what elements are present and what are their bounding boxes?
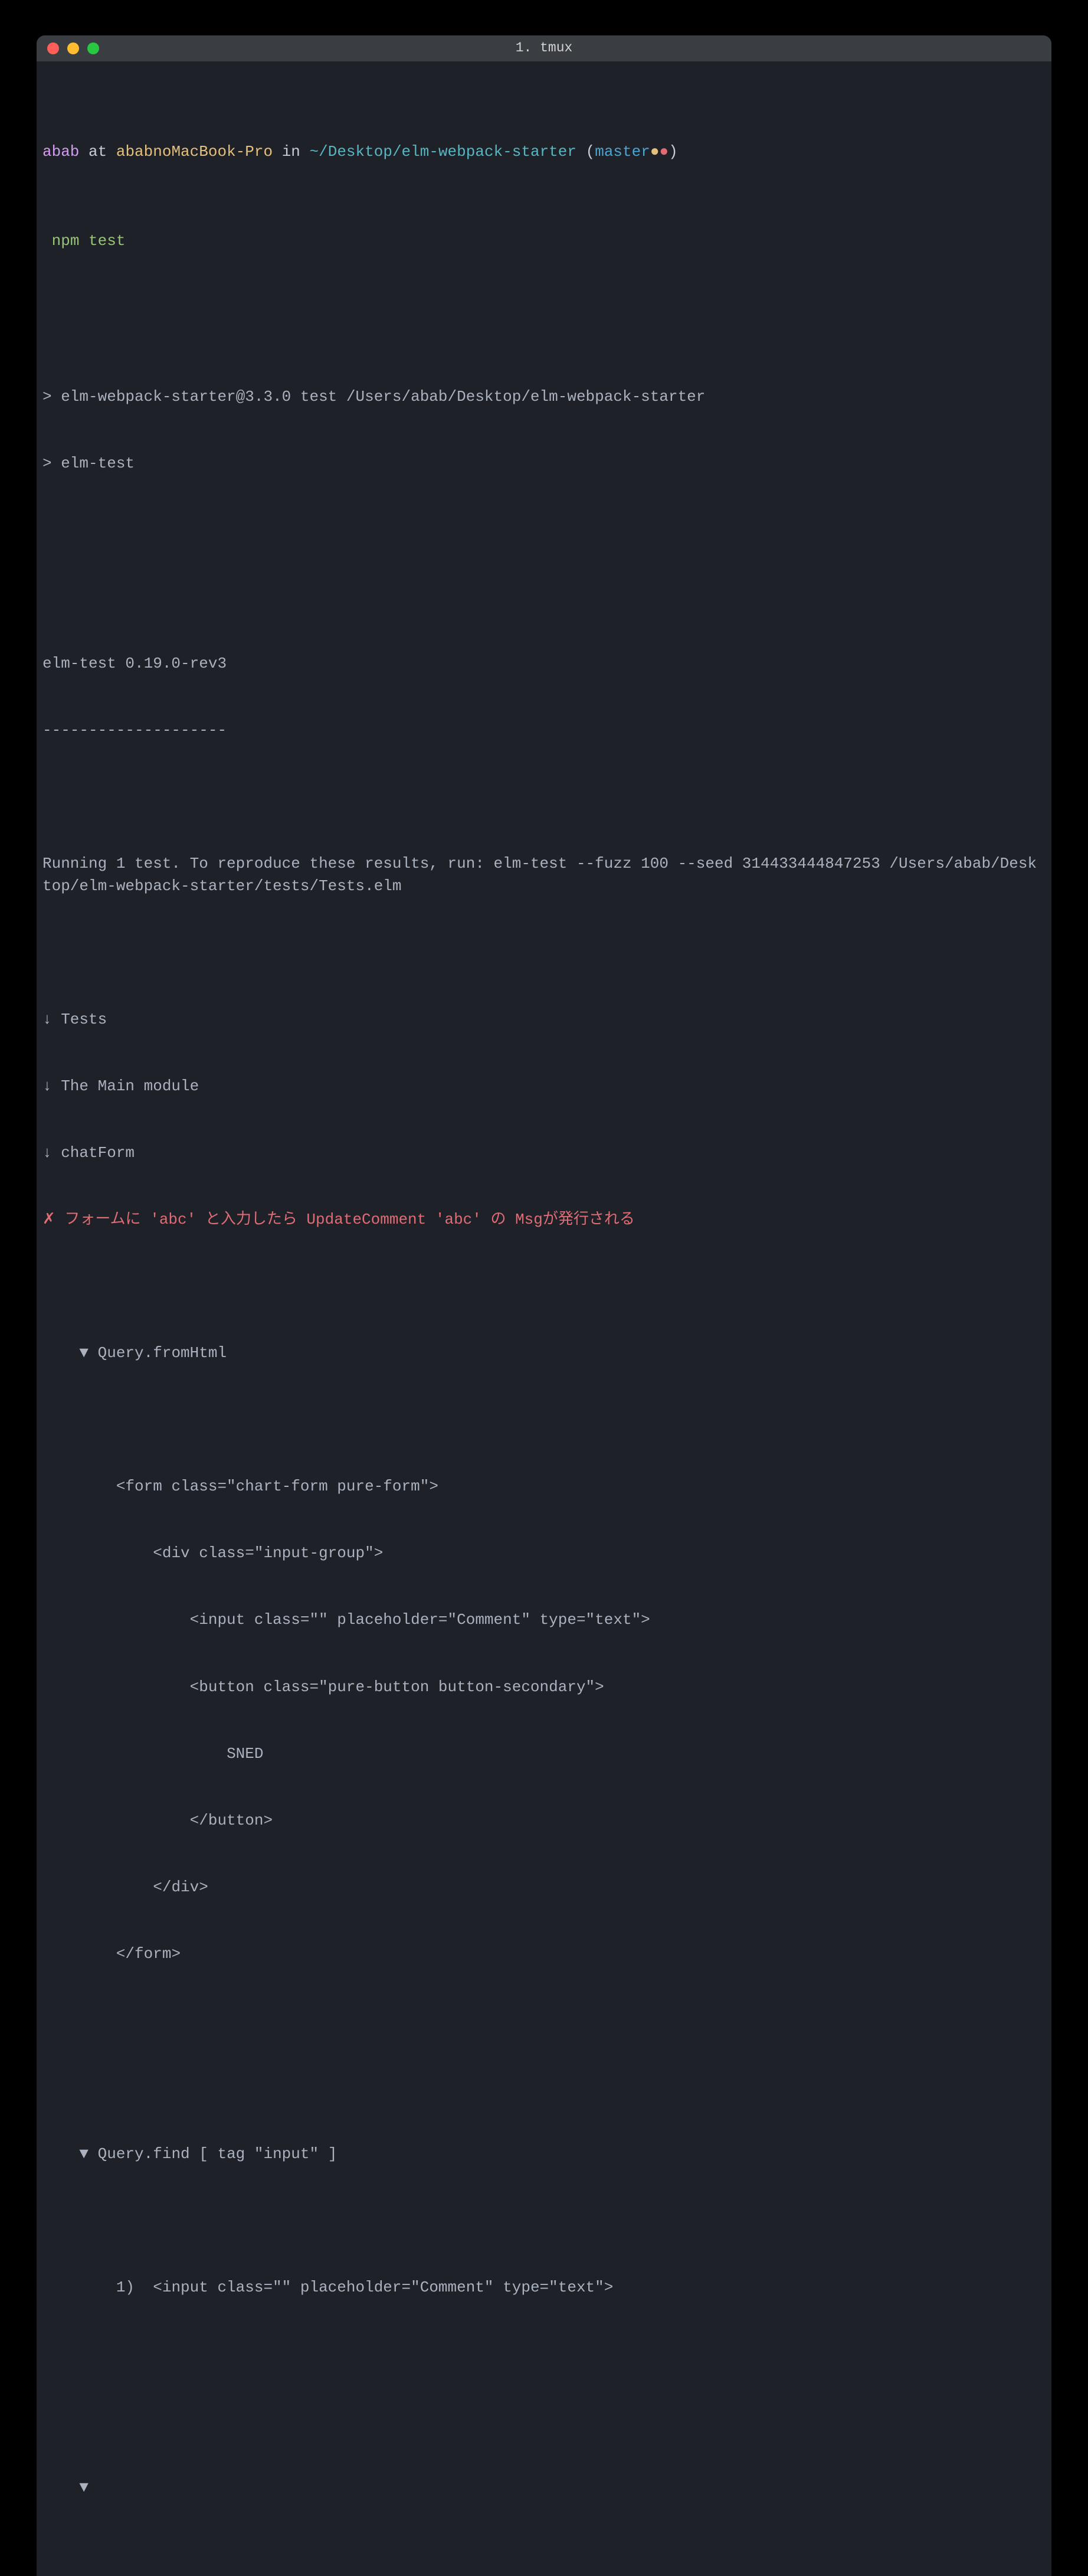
command-text: npm test — [42, 232, 125, 250]
dot-yellow-icon: ● — [650, 143, 660, 161]
paren-open: ( — [576, 143, 595, 161]
output-line: -------------------- — [42, 720, 1046, 742]
output-line: > elm-webpack-starter@3.3.0 test /Users/… — [42, 386, 1046, 408]
output-line — [42, 586, 1046, 609]
output-line — [42, 2010, 1046, 2032]
output-line: SNED — [42, 1743, 1046, 1766]
output-line: <div class="input-group"> — [42, 1542, 1046, 1565]
git-status-dots: ●● — [650, 143, 668, 161]
output-line — [42, 2410, 1046, 2433]
maximize-icon[interactable] — [87, 43, 99, 54]
paren-close: ) — [668, 143, 678, 161]
output-line — [42, 2343, 1046, 2366]
close-icon[interactable] — [47, 43, 59, 54]
test-path: ↓ The Main module — [42, 1075, 1046, 1098]
prompt-path: ~/Desktop/elm-webpack-starter — [310, 143, 576, 161]
output-line — [42, 2077, 1046, 2099]
output-line — [42, 942, 1046, 965]
failing-test: ✗ フォームに 'abc' と入力したら UpdateComment 'abc'… — [42, 1209, 1046, 1231]
output-line: > elm-test — [42, 453, 1046, 475]
output-line — [42, 2544, 1046, 2566]
output-line — [42, 319, 1046, 342]
traffic-lights — [47, 43, 99, 54]
output-line — [42, 2210, 1046, 2232]
window-title: 1. tmux — [516, 38, 573, 58]
output-line: <button class="pure-button button-second… — [42, 1676, 1046, 1699]
output-line: ▼ Query.fromHtml — [42, 1342, 1046, 1365]
prompt-in: in — [273, 143, 309, 161]
prompt-host: ababnoMacBook-Pro — [116, 143, 273, 161]
titlebar: 1. tmux — [37, 35, 1051, 61]
prompt-line: abab at ababnoMacBook-Pro in ~/Desktop/e… — [42, 141, 1046, 164]
output-line: </form> — [42, 1943, 1046, 1966]
command-line: npm test — [42, 230, 1046, 253]
output-line: <form class="chart-form pure-form"> — [42, 1476, 1046, 1498]
dot-red-icon: ● — [659, 143, 668, 161]
prompt-user: abab — [42, 143, 79, 161]
output-line: 1) <input class="" placeholder="Comment"… — [42, 2277, 1046, 2299]
git-branch: master — [595, 143, 650, 161]
test-path: ↓ chatForm — [42, 1142, 1046, 1165]
output-line: </div> — [42, 1877, 1046, 1899]
output-line — [42, 519, 1046, 542]
test-path: ↓ Tests — [42, 1009, 1046, 1031]
minimize-icon[interactable] — [67, 43, 79, 54]
output-line: ▼ Query.find [ tag "input" ] — [42, 2143, 1046, 2166]
output-line — [42, 786, 1046, 809]
prompt-at: at — [79, 143, 116, 161]
output-line — [42, 1276, 1046, 1298]
terminal-window: 1. tmux abab at ababnoMacBook-Pro in ~/D… — [37, 35, 1051, 2576]
output-line: elm-test 0.19.0-rev3 — [42, 653, 1046, 675]
output-line: Running 1 test. To reproduce these resul… — [42, 853, 1046, 897]
output-line: <input class="" placeholder="Comment" ty… — [42, 1609, 1046, 1632]
output-line — [42, 1409, 1046, 1431]
output-line: ▼ — [42, 2477, 1046, 2499]
output-line: </button> — [42, 1810, 1046, 1832]
terminal-content[interactable]: abab at ababnoMacBook-Pro in ~/Desktop/e… — [37, 61, 1051, 2576]
